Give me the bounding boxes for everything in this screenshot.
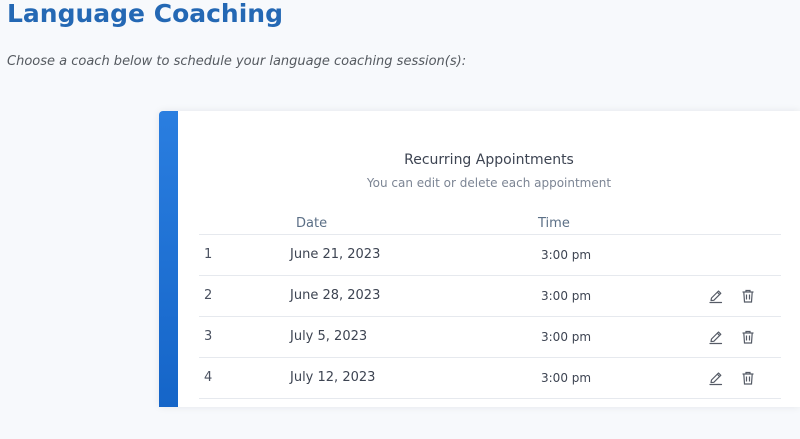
row-time: 3:00 pm	[541, 248, 592, 262]
table-row: 4 July 12, 2023 3:00 pm	[199, 357, 781, 398]
row-number: 2	[204, 288, 213, 303]
row-time: 3:00 pm	[541, 330, 592, 344]
column-header-date: Date	[296, 216, 328, 231]
panel-subheading: You can edit or delete each appointment	[366, 176, 612, 190]
row-time: 3:00 pm	[541, 371, 592, 385]
row-date: June 21, 2023	[290, 247, 381, 262]
delete-icon[interactable]	[740, 288, 756, 304]
delete-icon[interactable]	[740, 329, 756, 345]
table-row: 1 June 21, 2023 3:00 pm	[199, 234, 781, 275]
column-header-time: Time	[538, 216, 570, 231]
row-date: July 12, 2023	[290, 370, 376, 385]
row-number: 4	[204, 370, 213, 385]
edit-icon[interactable]	[708, 329, 724, 345]
panel-accent-bar	[159, 111, 178, 407]
table-row: 3 July 5, 2023 3:00 pm	[199, 316, 781, 357]
page-subtitle: Choose a coach below to schedule your la…	[7, 54, 467, 69]
edit-icon[interactable]	[708, 370, 724, 386]
delete-icon[interactable]	[740, 370, 756, 386]
row-number: 1	[204, 247, 213, 262]
appointments-table: 1 June 21, 2023 3:00 pm 2 June 28, 2023 …	[199, 234, 781, 439]
row-date: July 5, 2023	[290, 329, 368, 344]
table-row-partial	[199, 398, 781, 439]
row-number: 3	[204, 329, 213, 344]
row-date: June 28, 2023	[290, 288, 381, 303]
row-time: 3:00 pm	[541, 289, 592, 303]
panel-heading: Recurring Appointments	[404, 152, 574, 168]
table-row: 2 June 28, 2023 3:00 pm	[199, 275, 781, 316]
edit-icon[interactable]	[708, 288, 724, 304]
recurring-appointments-panel: Recurring Appointments You can edit or d…	[159, 111, 800, 407]
page-title: Language Coaching	[7, 0, 283, 28]
